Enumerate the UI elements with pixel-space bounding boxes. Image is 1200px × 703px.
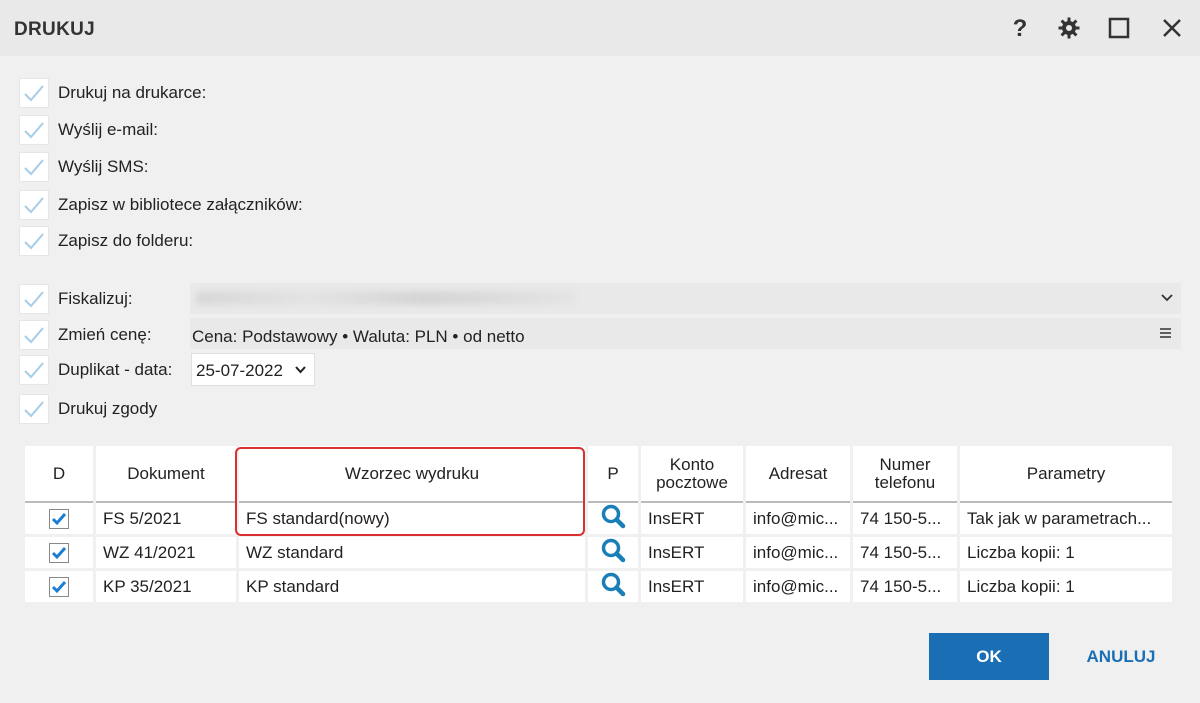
table-row[interactable]: WZ 41/2021 WZ standard InsERT info@mic..…	[25, 537, 1172, 571]
row-checkbox[interactable]	[25, 537, 93, 571]
option-duplicate-date[interactable]: Duplikat - data:	[19, 353, 172, 386]
header-line: Konto	[669, 454, 715, 474]
check-icon[interactable]	[19, 189, 49, 220]
cell-addressee: info@mic...	[746, 537, 850, 571]
cancel-button[interactable]: ANULUJ	[1075, 633, 1167, 680]
column-header-parameters[interactable]: Parametry	[960, 446, 1172, 503]
checkbox-checked-icon[interactable]	[49, 542, 69, 563]
cell-addressee: info@mic...	[746, 571, 850, 605]
option-label: Zapisz do folderu:	[58, 230, 194, 250]
column-header-account[interactable]: Konto pocztowe	[641, 446, 743, 503]
check-icon[interactable]	[19, 114, 49, 145]
title-bar: DRUKUJ ?	[0, 0, 1200, 56]
row-checkbox[interactable]	[25, 571, 93, 605]
option-label: Duplikat - data:	[58, 359, 173, 379]
chevron-down-icon	[1161, 294, 1173, 302]
cell-document: WZ 41/2021	[96, 537, 236, 571]
duplicate-date-picker[interactable]: 25-07-2022	[191, 353, 315, 386]
cell-phone: 74 150-5...	[853, 503, 957, 537]
cell-phone: 74 150-5...	[853, 571, 957, 605]
column-header-d[interactable]: D	[25, 446, 93, 503]
checkbox-checked-icon[interactable]	[49, 508, 69, 529]
column-header-phone[interactable]: Numer telefonu	[853, 446, 957, 503]
redacted-value	[196, 291, 576, 305]
header-line: Numer	[879, 454, 931, 474]
header-line: pocztowe	[656, 472, 728, 492]
cell-parameters[interactable]: Tak jak w parametrach...	[960, 503, 1172, 537]
column-header-template[interactable]: Wzorzec wydruku	[239, 446, 585, 503]
header-line: telefonu	[874, 472, 936, 492]
chevron-down-icon	[295, 366, 306, 374]
cell-template[interactable]: WZ standard	[239, 537, 585, 571]
cell-account: InsERT	[641, 503, 743, 537]
option-label: Drukuj zgody	[58, 398, 158, 418]
column-header-p[interactable]: P	[588, 446, 638, 503]
check-icon[interactable]	[19, 77, 49, 108]
row-checkbox[interactable]	[25, 503, 93, 537]
search-icon[interactable]	[588, 503, 638, 537]
check-icon[interactable]	[19, 151, 49, 182]
cell-phone: 74 150-5...	[853, 537, 957, 571]
cell-parameters[interactable]: Liczba kopii: 1	[960, 571, 1172, 605]
cell-account: InsERT	[641, 571, 743, 605]
svg-text:?: ?	[1013, 16, 1028, 40]
option-label: Drukuj na drukarce:	[58, 82, 207, 102]
table-row[interactable]: KP 35/2021 KP standard InsERT info@mic..…	[25, 571, 1172, 605]
option-label: Wyślij e-mail:	[58, 119, 158, 139]
check-icon[interactable]	[19, 393, 49, 424]
cell-account: InsERT	[641, 537, 743, 571]
close-icon[interactable]	[1158, 14, 1186, 42]
price-settings-value: Cena: Podstawowy • Waluta: PLN • od nett…	[192, 327, 525, 346]
option-send-email[interactable]: Wyślij e-mail:	[19, 113, 158, 146]
search-icon[interactable]	[588, 537, 638, 571]
ok-button[interactable]: OK	[929, 633, 1049, 680]
option-label: Zapisz w bibliotece załączników:	[58, 194, 303, 214]
check-icon[interactable]	[19, 225, 49, 256]
duplicate-date-value: 25-07-2022	[196, 361, 283, 380]
option-label: Fiskalizuj:	[58, 288, 133, 308]
table-header-row: D Dokument Wzorzec wydruku P Konto poczt…	[25, 446, 1172, 503]
cell-template[interactable]: KP standard	[239, 571, 585, 605]
option-fiscalize[interactable]: Fiskalizuj:	[19, 282, 133, 315]
table-row[interactable]: FS 5/2021 FS standard(nowy) InsERT info@…	[25, 503, 1172, 537]
cell-addressee: info@mic...	[746, 503, 850, 537]
check-icon[interactable]	[19, 319, 49, 350]
column-header-addressee[interactable]: Adresat	[746, 446, 850, 503]
cell-document: KP 35/2021	[96, 571, 236, 605]
option-print-consents[interactable]: Drukuj zgody	[19, 392, 157, 425]
option-label: Zmień cenę:	[58, 324, 152, 344]
option-change-price[interactable]: Zmień cenę:	[19, 318, 152, 351]
menu-icon[interactable]	[1160, 328, 1171, 338]
option-save-to-folder[interactable]: Zapisz do folderu:	[19, 224, 193, 257]
check-icon[interactable]	[19, 354, 49, 385]
window-title: DRUKUJ	[14, 19, 95, 40]
option-save-to-library[interactable]: Zapisz w bibliotece załączników:	[19, 188, 303, 221]
cell-template[interactable]: FS standard(nowy)	[239, 503, 585, 537]
checkbox-checked-icon[interactable]	[49, 576, 69, 597]
cell-parameters[interactable]: Liczba kopii: 1	[960, 537, 1172, 571]
maximize-icon[interactable]	[1105, 14, 1133, 42]
check-icon[interactable]	[19, 283, 49, 314]
option-label: Wyślij SMS:	[58, 156, 149, 176]
option-send-sms[interactable]: Wyślij SMS:	[19, 150, 149, 183]
gear-icon[interactable]	[1055, 14, 1083, 42]
column-header-document[interactable]: Dokument	[96, 446, 236, 503]
option-print-to-printer[interactable]: Drukuj na drukarce:	[19, 76, 206, 109]
search-icon[interactable]	[588, 571, 638, 605]
documents-table: D Dokument Wzorzec wydruku P Konto poczt…	[22, 446, 1175, 605]
fiscal-printer-select[interactable]	[190, 283, 1181, 314]
cell-document: FS 5/2021	[96, 503, 236, 537]
help-icon[interactable]: ?	[1006, 14, 1034, 42]
price-settings-field[interactable]: Cena: Podstawowy • Waluta: PLN • od nett…	[190, 318, 1181, 349]
